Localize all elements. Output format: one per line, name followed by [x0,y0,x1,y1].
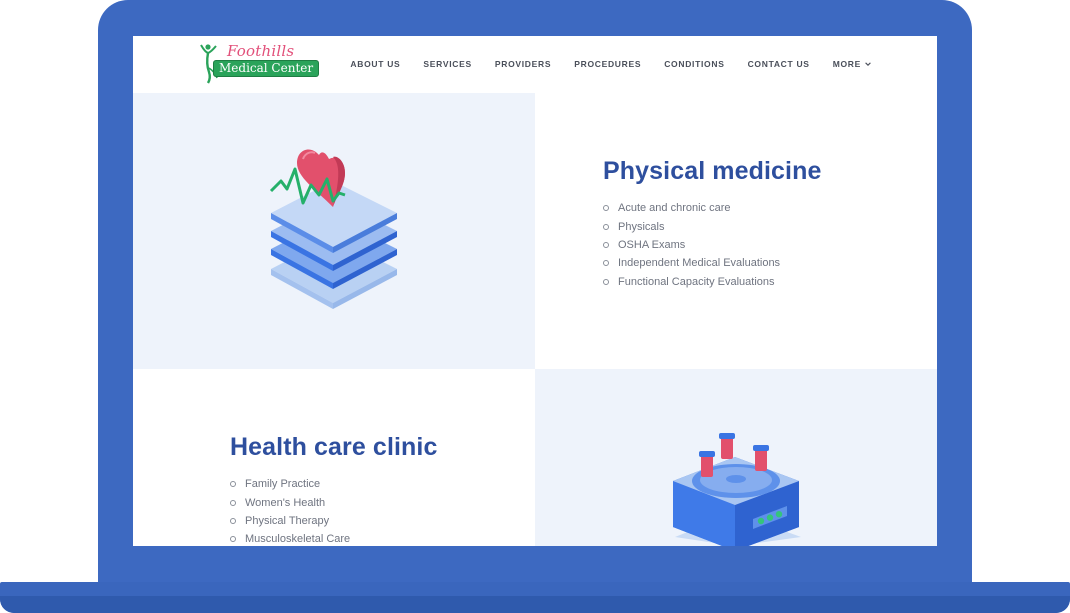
bullet-icon [603,260,609,267]
bullet-icon [603,278,609,285]
list-item: Women's Health [230,493,350,511]
health-care-clinic-title: Health care clinic [230,433,438,461]
nav-contact-us[interactable]: CONTACT US [748,59,810,69]
list-item: Family Practice [230,475,350,493]
site-header: Foothills Medical Center ABOUT US SERVIC… [133,36,937,93]
list-item-label: Independent Medical Evaluations [618,257,781,270]
bullet-icon [230,481,236,488]
list-item: Independent Medical Evaluations [603,254,780,272]
list-item: Physical Therapy [230,512,350,530]
list-item: Acute and chronic care [603,199,780,217]
nav-more-label: MORE [832,59,861,69]
list-item-label: OSHA Exams [618,238,686,251]
logo-text-foothills: Foothills [227,42,295,60]
bullet-icon [230,536,236,543]
list-item-label: Physical Therapy [245,514,330,527]
nav-procedures[interactable]: PROCEDURES [574,59,641,69]
physical-medicine-title: Physical medicine [603,157,822,185]
physical-medicine-illustration-panel [133,93,535,369]
lab-centrifuge-illustration [673,433,801,546]
bullet-icon [230,499,236,506]
list-item-label: Physicals [618,220,665,233]
list-item: Functional Capacity Evaluations [603,273,780,291]
list-item: Musculoskeletal Care [230,530,350,546]
list-item: Physicals [603,217,780,235]
health-care-clinic-illustration-panel [535,369,937,546]
nav-providers[interactable]: PROVIDERS [495,59,551,69]
health-care-clinic-text-panel: Health care clinic Family Practice Women… [133,369,535,546]
nav-more[interactable]: MORE [833,59,871,69]
main-nav: ABOUT US SERVICES PROVIDERS PROCEDURES C… [350,59,871,69]
laptop-base-edge [0,596,1070,613]
bullet-icon [603,241,609,248]
logo-text-medical-center: Medical Center [213,60,320,77]
heart-monitor-stack-illustration [269,149,397,309]
bullet-icon [603,223,609,230]
physical-medicine-text-panel: Physical medicine Acute and chronic care… [535,93,937,369]
nav-services[interactable]: SERVICES [423,59,471,69]
health-care-clinic-list: Family Practice Women's Health Physical … [230,475,350,546]
list-item-label: Functional Capacity Evaluations [618,275,775,288]
nav-about-us[interactable]: ABOUT US [350,59,400,69]
bullet-icon [603,205,609,212]
site-logo[interactable]: Foothills Medical Center [199,42,320,86]
nav-conditions[interactable]: CONDITIONS [664,59,724,69]
list-item-label: Family Practice [245,478,321,491]
list-item-label: Women's Health [245,496,326,509]
list-item-label: Acute and chronic care [618,202,731,215]
bullet-icon [230,517,236,524]
physical-medicine-list: Acute and chronic care Physicals OSHA Ex… [603,199,780,291]
website-screen: Foothills Medical Center ABOUT US SERVIC… [133,36,937,546]
list-item-label: Musculoskeletal Care [245,533,351,546]
list-item: OSHA Exams [603,236,780,254]
chevron-down-icon [865,62,871,66]
